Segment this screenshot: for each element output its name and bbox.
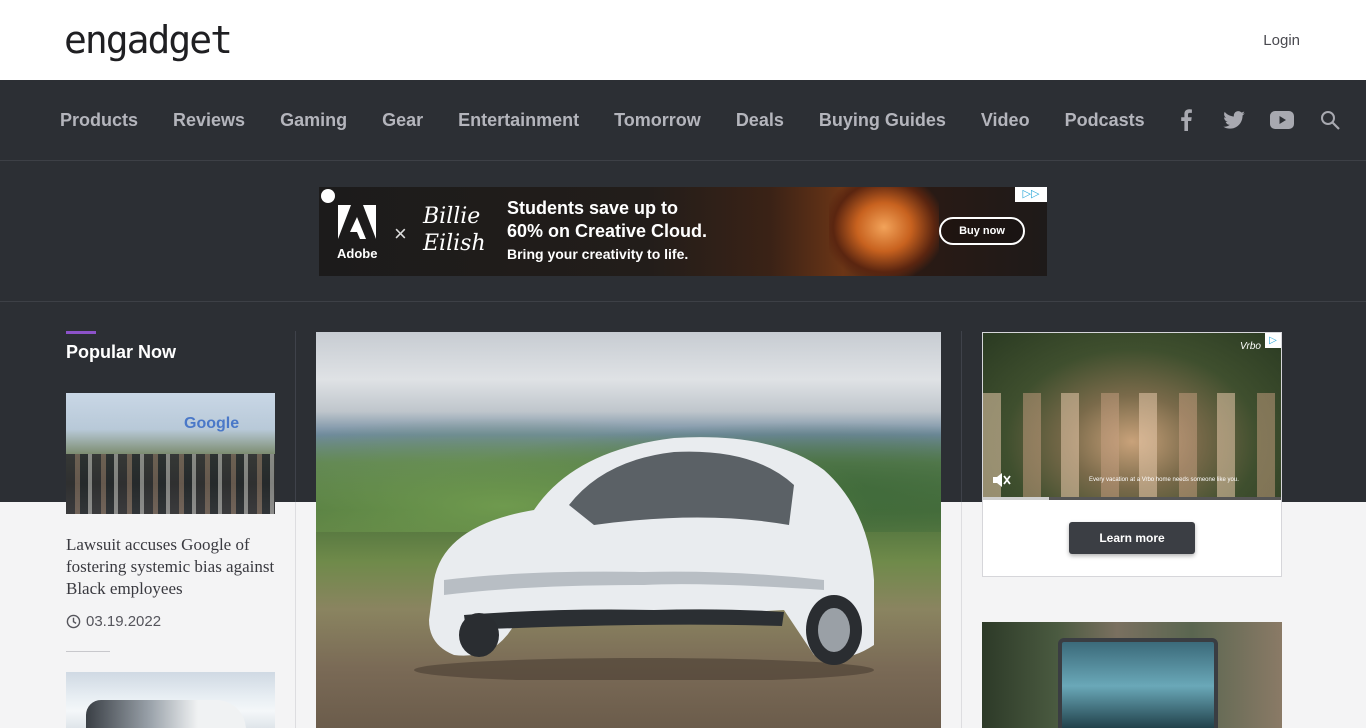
nav-item-tomorrow[interactable]: Tomorrow bbox=[614, 110, 701, 131]
car-illustration bbox=[414, 437, 874, 680]
hero-lucid-car-image[interactable] bbox=[316, 332, 941, 728]
collab-line-1: Billie bbox=[423, 204, 481, 229]
nav-item-gaming[interactable]: Gaming bbox=[280, 110, 347, 131]
adchoices-icon[interactable]: ▷▷ bbox=[1015, 187, 1047, 202]
popular-separator bbox=[66, 651, 110, 652]
popular-thumbnail-1[interactable]: Google bbox=[66, 393, 275, 514]
google-sign: Google bbox=[184, 415, 240, 432]
nav-item-podcasts[interactable]: Podcasts bbox=[1065, 110, 1145, 131]
site-logo[interactable]: engadget bbox=[64, 20, 233, 60]
column-divider-right-lower bbox=[961, 502, 962, 728]
billie-eilish-wordmark: Billie Eilish bbox=[423, 203, 486, 257]
banner-ad-row: Adobe × Billie Eilish Students save up t… bbox=[0, 161, 1366, 302]
adobe-logo: Adobe bbox=[337, 205, 378, 261]
main-nav: Products Reviews Gaming Gear Entertainme… bbox=[0, 80, 1366, 161]
nav-item-entertainment[interactable]: Entertainment bbox=[458, 110, 579, 131]
date-text: 03.19.2022 bbox=[86, 613, 162, 630]
search-icon[interactable] bbox=[1318, 108, 1342, 132]
nav-item-deals[interactable]: Deals bbox=[736, 110, 784, 131]
ad-shield-icon bbox=[321, 189, 335, 203]
learn-more-button[interactable]: Learn more bbox=[1069, 522, 1195, 554]
video-progress-bar[interactable] bbox=[983, 497, 1281, 500]
adobe-mark-icon bbox=[338, 205, 376, 239]
collab-line-2: Eilish bbox=[423, 231, 486, 256]
top-header: engadget Login bbox=[0, 0, 1366, 80]
ad-people-layer bbox=[983, 393, 1281, 500]
nav-item-video[interactable]: Video bbox=[981, 110, 1030, 131]
side-adchoices-icon[interactable]: ▷ bbox=[1265, 333, 1281, 348]
nav-item-gear[interactable]: Gear bbox=[382, 110, 423, 131]
nav-item-reviews[interactable]: Reviews bbox=[173, 110, 245, 131]
ad-video-caption: Every vacation at a Vrbo home needs some… bbox=[1089, 477, 1239, 483]
vrbo-video-ad[interactable]: Vrbo ▷ Every vacation at a Vrbo home nee… bbox=[982, 332, 1282, 577]
adobe-banner-ad[interactable]: Adobe × Billie Eilish Students save up t… bbox=[319, 187, 1047, 276]
clock-icon bbox=[66, 614, 81, 629]
nav-item-buying-guides[interactable]: Buying Guides bbox=[819, 110, 946, 131]
ad-headline-2: 60% on Creative Cloud. bbox=[507, 221, 708, 241]
laptop-ad[interactable] bbox=[982, 622, 1282, 728]
login-link[interactable]: Login bbox=[1263, 32, 1300, 49]
nav-item-products[interactable]: Products bbox=[60, 110, 138, 131]
snow-car-photo bbox=[86, 700, 246, 728]
popular-headline-1[interactable]: Lawsuit accuses Google of fostering syst… bbox=[66, 534, 281, 600]
ad-portrait bbox=[829, 187, 939, 276]
ad-headline-1: Students save up to bbox=[507, 198, 679, 218]
collab-separator: × bbox=[394, 221, 407, 246]
mute-icon[interactable] bbox=[991, 471, 1011, 489]
vrbo-logo: Vrbo bbox=[1240, 341, 1261, 352]
popular-now-title: Popular Now bbox=[66, 342, 177, 362]
crowd-photo bbox=[66, 454, 275, 514]
video-progress-fill bbox=[983, 497, 1049, 500]
nav-items: Products Reviews Gaming Gear Entertainme… bbox=[60, 80, 1180, 160]
ad-copy: Students save up to 60% on Creative Clou… bbox=[507, 197, 707, 262]
twitter-icon[interactable] bbox=[1222, 108, 1246, 132]
youtube-icon[interactable] bbox=[1270, 108, 1294, 132]
popular-accent-bar bbox=[66, 331, 96, 334]
laptop-photo bbox=[1058, 638, 1218, 728]
ad-subline: Bring your creativity to life. bbox=[507, 246, 689, 262]
buy-now-button[interactable]: Buy now bbox=[939, 217, 1025, 245]
popular-date-1: 03.19.2022 bbox=[66, 613, 161, 630]
popular-thumbnail-2[interactable] bbox=[66, 672, 275, 728]
column-divider-left-lower bbox=[295, 502, 296, 728]
facebook-icon[interactable] bbox=[1174, 108, 1198, 132]
nav-social-icons bbox=[1150, 80, 1342, 160]
adobe-wordmark: Adobe bbox=[337, 246, 378, 261]
